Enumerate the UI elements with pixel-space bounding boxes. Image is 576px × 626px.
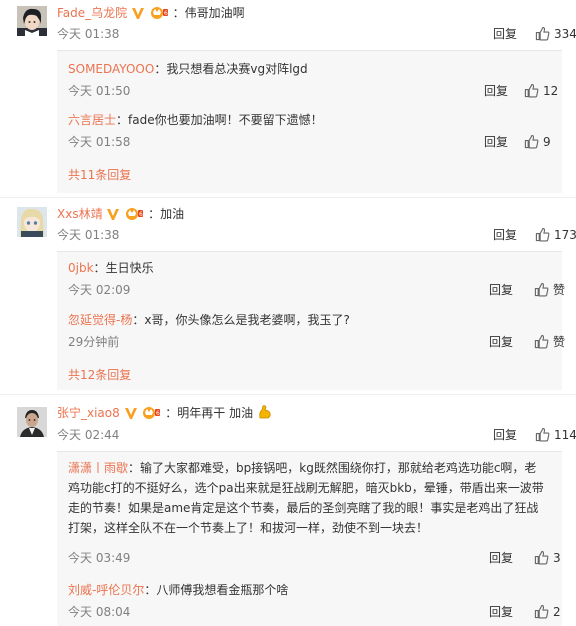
avatar[interactable] [17,407,47,437]
thumb-up-icon [535,26,550,41]
verified-v-icon [131,6,145,24]
like-button[interactable]: 赞 [534,282,565,298]
separator: ： [128,461,141,475]
like-count: 3 [553,551,561,565]
reply-time: 今天 01:58 [68,135,131,149]
like-button[interactable]: 9 [524,134,551,150]
thumb-up-icon [535,427,550,442]
comment-item: Fade_乌龙院 6 ：伟哥加油啊 今天 01:38 回复 334 SOMEDA… [0,0,576,200]
like-count: 114 [554,428,576,442]
reply-username[interactable]: 0jbk [68,261,94,275]
reply-button[interactable]: 回复 [493,427,517,443]
reply-button[interactable]: 回复 [484,134,508,150]
like-count: 赞 [553,335,566,349]
reply-text: fade你也要加油啊！不要留下遗憾！ [128,113,323,127]
thumb-up-icon [534,334,549,349]
like-button[interactable]: 赞 [534,334,565,350]
reply-text: 我只想看总决赛vg对阵lgd [166,62,308,76]
separator: ： [132,313,145,327]
comment-text: 加油 [160,207,185,221]
comment-time: 今天 01:38 [57,27,120,41]
reply-time: 今天 03:49 [68,551,131,565]
reply-text: 八师傅我想看金瓶那个啥 [156,583,289,597]
separator: ： [154,62,167,76]
avatar[interactable] [17,6,47,36]
comment-text: 伟哥加油啊 [184,6,245,20]
like-count: 赞 [553,283,566,297]
like-count: 334 [554,27,576,41]
thumb-up-icon [535,227,550,242]
thumb-up-icon [534,604,549,619]
verified-v-icon [124,406,138,424]
separator: ： [148,207,161,221]
thumb-up-icon [524,134,539,149]
reply-text: 生日快乐 [105,261,154,275]
like-button[interactable]: 334 [535,26,576,42]
like-count: 12 [543,84,559,98]
username[interactable]: 张宁_xiao8 [57,406,120,420]
verified-v-icon [106,207,120,225]
reply-time: 29分钟前 [68,335,120,349]
comment-time: 今天 01:38 [57,228,120,242]
separator: ： [93,261,106,275]
reply-time: 今天 08:04 [68,605,131,619]
like-button[interactable]: 114 [535,427,576,443]
reply-button[interactable]: 回复 [484,83,508,99]
like-count: 2 [553,605,561,619]
reply-username[interactable]: 潇潇丨雨歇 [68,461,128,475]
reply-username[interactable]: 忽延觉得-杨 [68,313,132,327]
thumb-up-icon [524,83,539,98]
svg-text:6: 6 [164,10,168,17]
reply-box: 0jbk：生日快乐 今天 02:09 回复 赞 忽延觉得-杨：x哥，你头像怎么是… [57,251,565,390]
separator: ： [165,406,178,420]
comment-item: 张宁_xiao8 6 ：明年再干 加油 今天 02:44 回复 114 潇潇丨雨… [0,395,576,626]
separator: ： [144,583,157,597]
flexed-biceps-emoji [257,404,273,424]
like-button[interactable]: 173 [535,227,576,243]
reply-text: 输了大家都难受，bp接锅吧，kg既然围绕你打，那就给老鸡选功能c啊，老鸡功能c打… [68,461,544,535]
vip-crown-icon[interactable]: 6 [124,205,144,225]
reply-username[interactable]: 刘威-呼伦贝尔 [68,583,144,597]
reply-box: 潇潇丨雨歇：输了大家都难受，bp接锅吧，kg既然围绕你打，那就给老鸡选功能c啊，… [57,451,562,626]
svg-text:6: 6 [156,410,160,417]
like-count: 9 [543,135,551,149]
like-button[interactable]: 12 [524,83,558,99]
svg-text:6: 6 [139,211,143,218]
vip-crown-icon[interactable]: 6 [141,404,161,424]
reply-time: 今天 02:09 [68,283,131,297]
more-replies-link[interactable]: 共12条回复 [68,366,131,383]
username[interactable]: Xxs林靖 [57,207,103,221]
separator: ： [172,6,185,20]
thumb-up-icon [534,282,549,297]
reply-button[interactable]: 回复 [489,550,513,566]
separator: ： [116,113,129,127]
comment-time: 今天 02:44 [57,428,120,442]
reply-button[interactable]: 回复 [489,334,513,350]
username[interactable]: Fade_乌龙院 [57,6,127,20]
reply-button[interactable]: 回复 [489,282,513,298]
comment-text: 明年再干 加油 [177,406,254,420]
reply-username[interactable]: SOMEDAYOOO [68,62,154,76]
like-count: 173 [554,228,576,242]
avatar[interactable] [17,207,47,237]
reply-time: 今天 01:50 [68,84,131,98]
vip-crown-icon[interactable]: 6 [149,4,169,24]
like-button[interactable]: 3 [534,550,561,566]
reply-box: SOMEDAYOOO：我只想看总决赛vg对阵lgd 今天 01:50 回复 12… [57,50,562,193]
like-button[interactable]: 2 [534,604,561,620]
more-replies-link[interactable]: 共11条回复 [68,166,131,183]
thumb-up-icon [534,550,549,565]
reply-button[interactable]: 回复 [493,227,517,243]
comment-item: Xxs林靖 6 ：加油 今天 01:38 回复 173 0jbk：生日快乐 今天… [0,198,576,398]
reply-button[interactable]: 回复 [489,604,513,620]
reply-text: x哥，你头像怎么是我老婆啊，我玉了? [144,313,350,327]
reply-button[interactable]: 回复 [493,26,517,42]
reply-username[interactable]: 六言居士 [68,113,116,127]
